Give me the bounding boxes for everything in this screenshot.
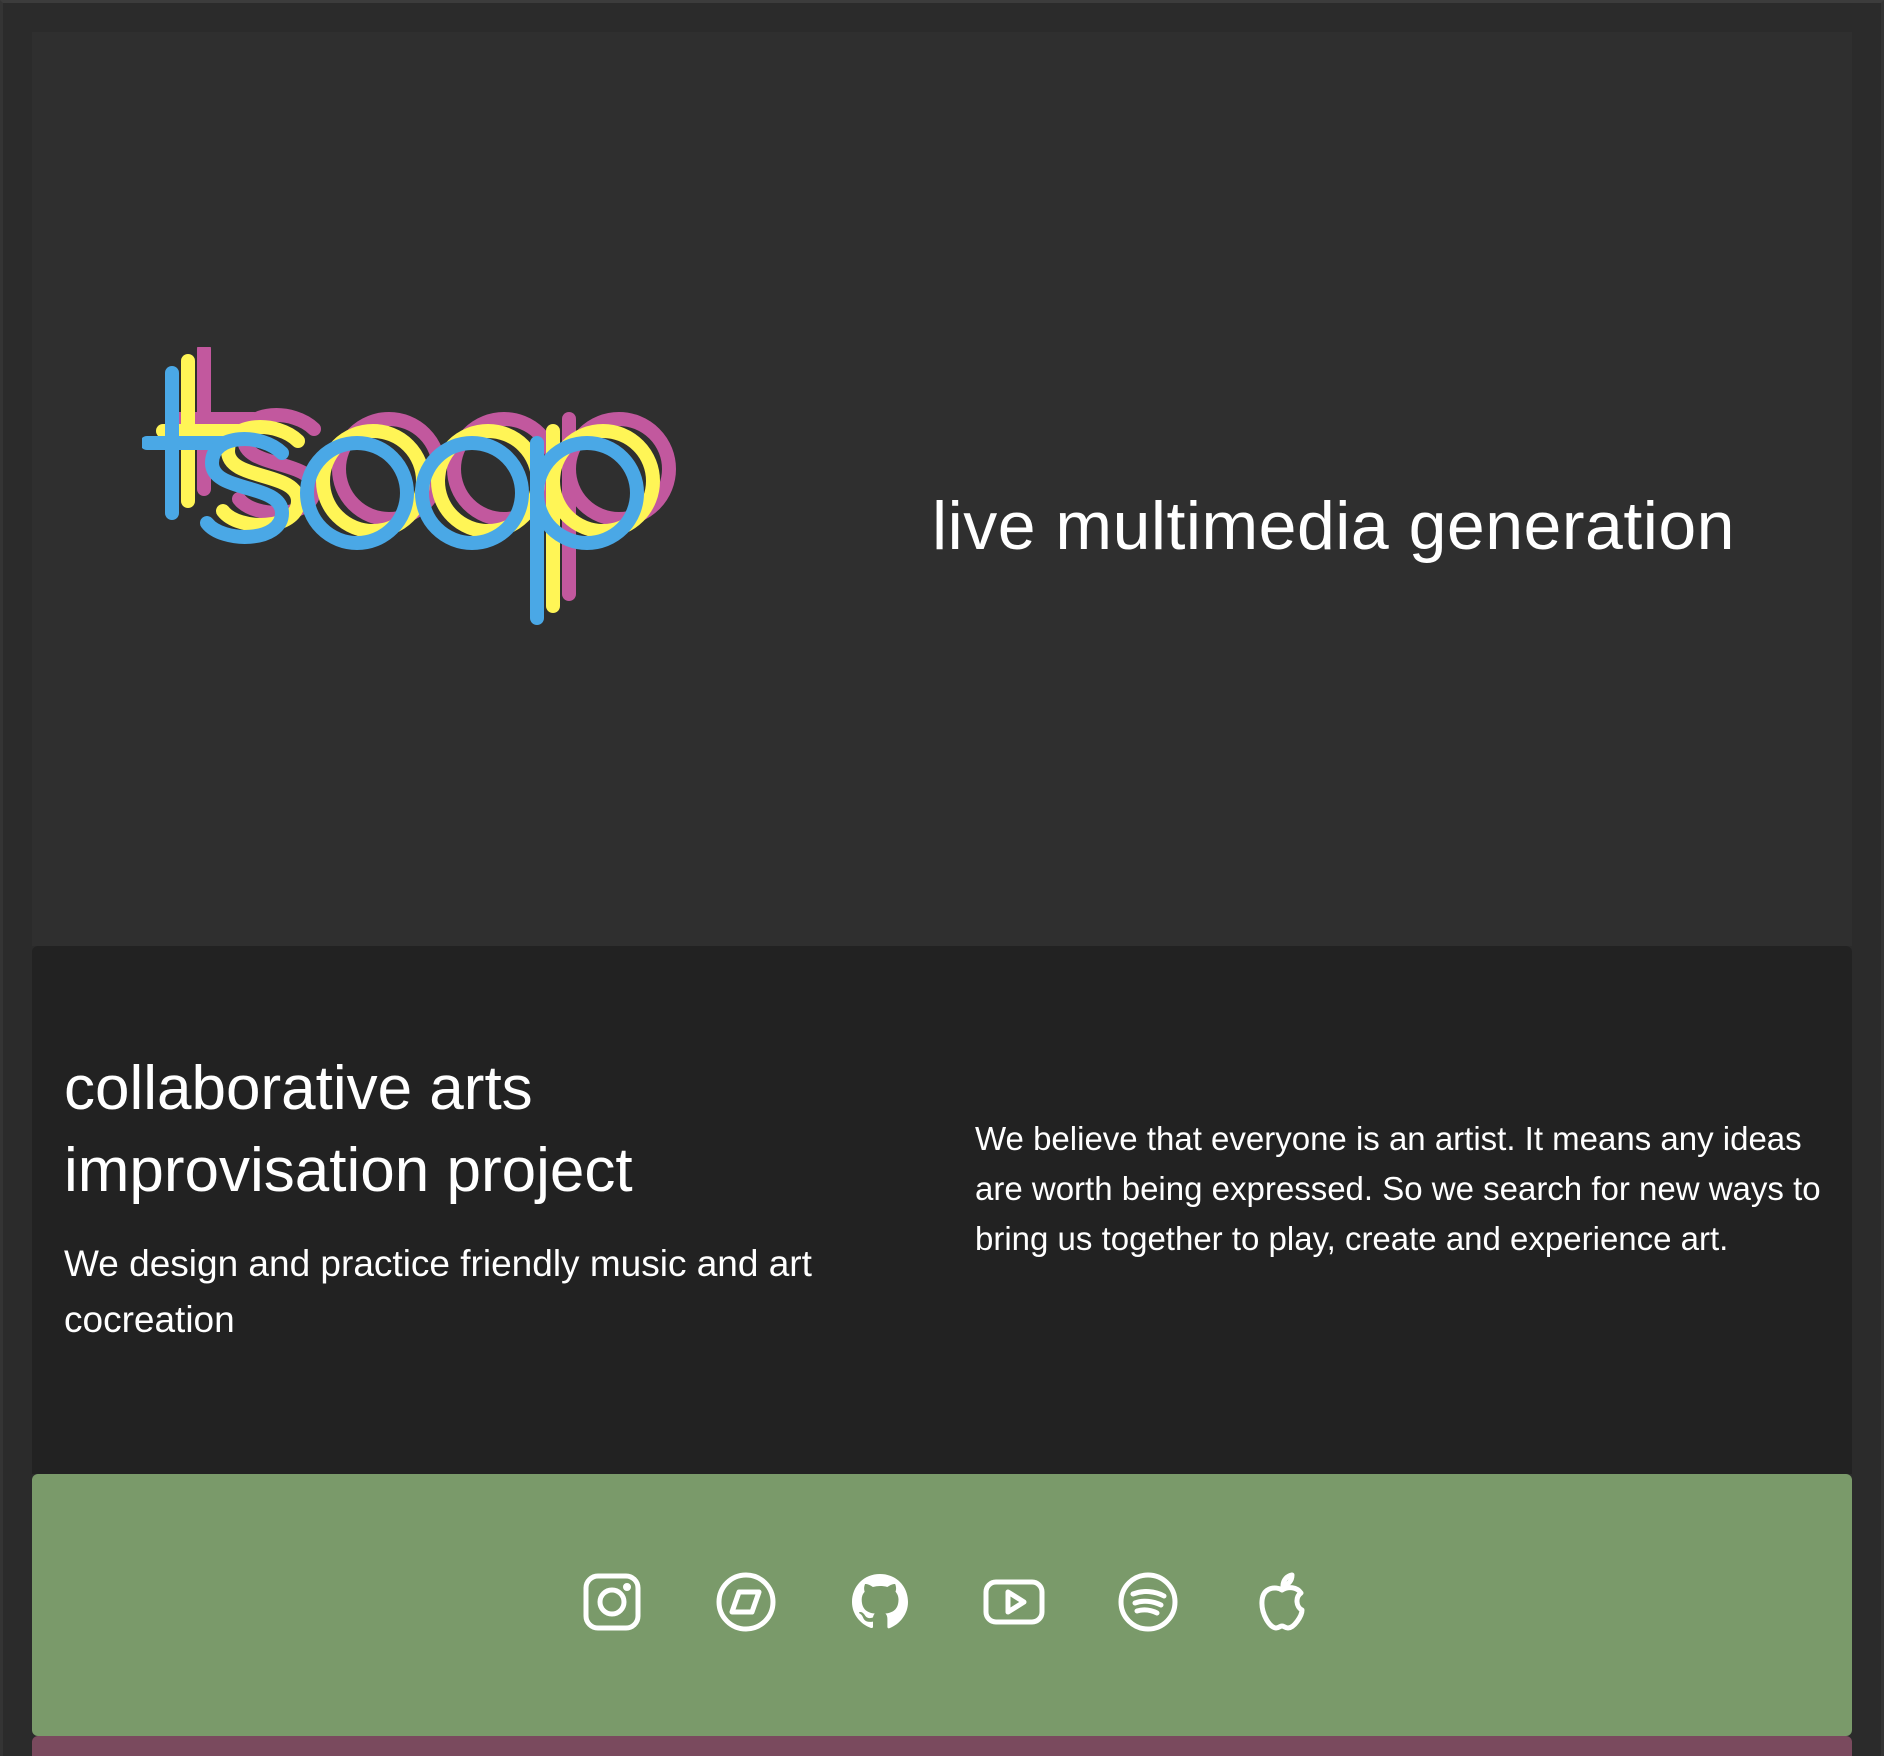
about-description: We believe that everyone is an artist. I… (975, 1120, 1821, 1257)
about-title: collaborative arts improvisation project (64, 1048, 864, 1212)
tsoop-logo[interactable] (142, 347, 722, 647)
about-title-line1: collaborative arts (64, 1054, 533, 1123)
instagram-icon[interactable] (580, 1570, 644, 1634)
social-icons-row (32, 1570, 1852, 1634)
next-section-edge (32, 1736, 1852, 1756)
apple-music-icon[interactable] (1250, 1570, 1314, 1634)
github-icon[interactable] (848, 1570, 912, 1634)
about-section: collaborative arts improvisation project… (32, 946, 1852, 1474)
hero-section: live multimedia generation (32, 32, 1852, 946)
about-title-line2: improvisation project (64, 1136, 633, 1205)
spotify-icon[interactable] (1116, 1570, 1180, 1634)
bandcamp-icon[interactable] (714, 1570, 778, 1634)
about-subtitle: We design and practice friendly music an… (64, 1243, 812, 1340)
hero-tagline: live multimedia generation (932, 488, 1735, 564)
social-links-section (32, 1474, 1852, 1736)
youtube-icon[interactable] (982, 1570, 1046, 1634)
